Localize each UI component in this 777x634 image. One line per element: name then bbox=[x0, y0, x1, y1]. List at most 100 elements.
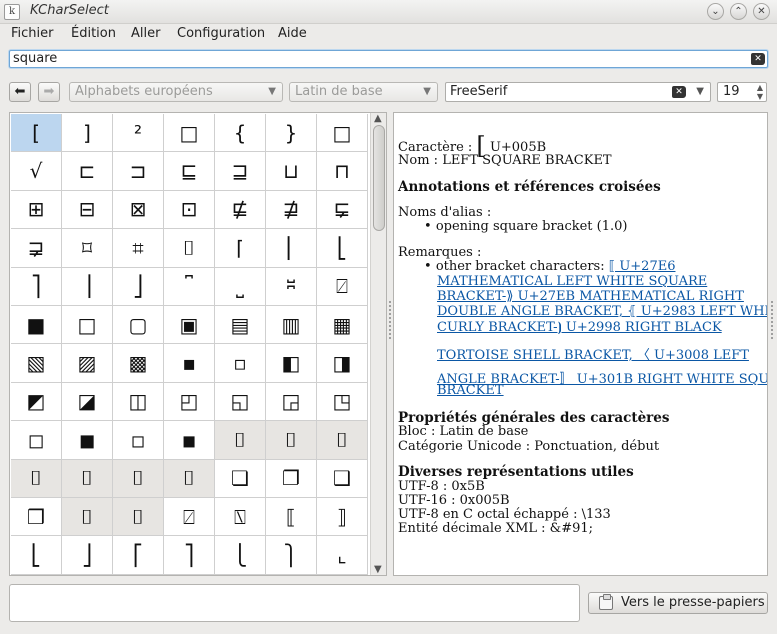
remark-link[interactable]: ⟦ U+27E6 bbox=[609, 259, 676, 274]
char-cell[interactable]: □ bbox=[317, 114, 368, 153]
grid-scrollbar[interactable]: ▲ ▼ bbox=[370, 113, 386, 575]
char-cell[interactable]: ⎦ bbox=[62, 536, 113, 575]
clear-search-icon[interactable]: ✕ bbox=[751, 53, 765, 65]
char-cell[interactable]: ⎫ bbox=[266, 536, 317, 575]
char-cell[interactable]: ❏ bbox=[215, 459, 266, 498]
char-cell[interactable]: ⊠ bbox=[113, 190, 164, 230]
char-cell[interactable]: ◻ bbox=[11, 421, 62, 460]
char-cell[interactable]: ⋢ bbox=[215, 190, 266, 230]
char-cell[interactable]: ▪ bbox=[164, 344, 215, 383]
char-cell[interactable]: ◽ bbox=[113, 421, 164, 460]
char-cell[interactable]: ⌷ bbox=[164, 229, 215, 268]
char-cell[interactable]: ⌑ bbox=[62, 229, 113, 268]
char-cell[interactable]: { bbox=[215, 114, 266, 153]
char-cell[interactable]: ◳ bbox=[317, 382, 368, 422]
section-select[interactable]: Alphabets européens ▼ bbox=[69, 82, 283, 102]
scroll-down-icon[interactable]: ▼ bbox=[374, 564, 382, 575]
char-cell[interactable]: ⊒ bbox=[215, 152, 266, 191]
char-cell[interactable]: ⌷ bbox=[317, 421, 368, 460]
char-cell[interactable]: ⋤ bbox=[317, 190, 368, 230]
spinner-arrows-icon[interactable]: ▲ ▼ bbox=[757, 83, 763, 101]
remark-link[interactable]: BRACKET bbox=[437, 383, 504, 398]
menu-aller[interactable]: Aller bbox=[131, 26, 160, 41]
char-cell[interactable]: ◲ bbox=[266, 382, 317, 422]
char-cell[interactable]: ⊟ bbox=[62, 190, 113, 230]
char-cell[interactable]: ⎤ bbox=[164, 536, 215, 575]
char-cell[interactable]: ◾ bbox=[164, 421, 215, 460]
char-cell[interactable]: ⊔ bbox=[266, 152, 317, 191]
char-cell[interactable]: ◩ bbox=[11, 382, 62, 422]
char-cell[interactable]: ▥ bbox=[266, 305, 317, 345]
char-cell[interactable]: ◼ bbox=[62, 421, 113, 460]
char-cell[interactable]: ⌗ bbox=[113, 229, 164, 268]
char-cell[interactable]: ▦ bbox=[317, 305, 368, 345]
char-cell[interactable]: ⟦ bbox=[266, 497, 317, 537]
char-cell[interactable]: ] bbox=[62, 114, 113, 153]
remark-link[interactable]: BRACKET-⟫ U+27EB MATHEMATICAL RIGHT bbox=[437, 289, 744, 304]
minimize-icon[interactable]: ⌄ bbox=[707, 3, 724, 20]
char-cell[interactable]: ⍂ bbox=[215, 497, 266, 537]
menu-fichier[interactable]: Fichier bbox=[11, 26, 54, 41]
remark-link[interactable]: DOUBLE ANGLE BRACKET, ⦃ U+2983 LEFT WHIT… bbox=[437, 304, 767, 319]
char-cell[interactable]: ◰ bbox=[164, 382, 215, 422]
char-cell[interactable]: ⊏ bbox=[62, 152, 113, 191]
char-cell[interactable]: ◨ bbox=[317, 344, 368, 383]
char-cell[interactable]: } bbox=[266, 114, 317, 153]
char-cell[interactable]: ⌷ bbox=[215, 421, 266, 460]
char-cell[interactable]: ◫ bbox=[113, 382, 164, 422]
char-cell[interactable]: ⎩ bbox=[215, 536, 266, 575]
remark-link[interactable]: TORTOISE SHELL BRACKET, 〈 U+3008 LEFT bbox=[437, 344, 749, 363]
pane-splitter[interactable] bbox=[388, 300, 392, 340]
char-cell[interactable]: ⋣ bbox=[266, 190, 317, 230]
app-icon[interactable]: k bbox=[4, 4, 20, 20]
char-cell[interactable]: ⌷ bbox=[62, 459, 113, 498]
char-cell[interactable]: ▧ bbox=[11, 344, 62, 383]
char-cell[interactable]: ⊑ bbox=[164, 152, 215, 191]
font-select[interactable]: FreeSerif ✕ ▼ bbox=[445, 82, 711, 102]
char-cell[interactable]: □ bbox=[164, 114, 215, 153]
char-cell[interactable]: ⍁ bbox=[317, 267, 368, 306]
char-cell[interactable]: ❑ bbox=[317, 459, 368, 498]
char-cell[interactable]: □ bbox=[62, 305, 113, 345]
char-cell[interactable]: ⌷ bbox=[164, 459, 215, 498]
chevron-down-icon[interactable]: ▼ bbox=[696, 83, 704, 101]
block-select[interactable]: Latin de base ▼ bbox=[289, 82, 438, 102]
char-cell[interactable]: ⊞ bbox=[11, 190, 62, 230]
char-cell[interactable]: ⟧ bbox=[317, 497, 368, 537]
char-cell[interactable]: ⌷ bbox=[11, 459, 62, 498]
char-cell[interactable]: ⊓ bbox=[317, 152, 368, 191]
char-cell[interactable]: ▨ bbox=[62, 344, 113, 383]
char-cell[interactable]: ❐ bbox=[266, 459, 317, 498]
char-cell[interactable]: ▣ bbox=[164, 305, 215, 345]
remark-link[interactable]: CURLY BRACKET-⦘ U+2998 RIGHT BLACK bbox=[437, 320, 722, 335]
clear-font-icon[interactable]: ✕ bbox=[672, 86, 686, 98]
menu-configuration[interactable]: Configuration bbox=[177, 26, 265, 41]
char-cell[interactable]: ▢ bbox=[113, 305, 164, 345]
remark-link[interactable]: MATHEMATICAL LEFT WHITE SQUARE bbox=[437, 274, 707, 289]
scrollbar-thumb[interactable] bbox=[373, 125, 385, 231]
text-output-field[interactable] bbox=[9, 584, 580, 622]
char-cell[interactable]: ⊐ bbox=[113, 152, 164, 191]
font-size-spinner[interactable]: 19 ▲ ▼ bbox=[717, 82, 767, 102]
char-cell[interactable]: ⌷ bbox=[266, 421, 317, 460]
char-cell[interactable]: ⌞ bbox=[317, 536, 368, 575]
char-cell[interactable]: ▤ bbox=[215, 305, 266, 345]
char-cell[interactable]: ² bbox=[113, 114, 164, 153]
char-cell[interactable]: ⌷ bbox=[113, 459, 164, 498]
char-cell[interactable]: ⋥ bbox=[11, 229, 62, 268]
char-cell[interactable]: ⎵ bbox=[215, 267, 266, 306]
char-cell[interactable]: [ bbox=[11, 114, 62, 153]
char-cell[interactable]: ⎴ bbox=[164, 267, 215, 306]
char-cell[interactable]: ⎥ bbox=[62, 267, 113, 306]
char-cell[interactable]: √ bbox=[11, 152, 62, 191]
char-cell[interactable]: ◧ bbox=[266, 344, 317, 383]
close-icon[interactable]: ✕ bbox=[753, 3, 770, 20]
char-cell[interactable]: ⎶ bbox=[266, 267, 317, 306]
char-cell[interactable]: ⎣ bbox=[317, 229, 368, 268]
menu-edition[interactable]: Édition bbox=[71, 26, 116, 41]
char-cell[interactable]: ⊡ bbox=[164, 190, 215, 230]
char-cell[interactable]: ⎣ bbox=[11, 536, 62, 575]
copy-to-clipboard-button[interactable]: Vers le presse-papiers bbox=[588, 592, 768, 614]
char-cell[interactable]: ⌈ bbox=[215, 229, 266, 268]
char-cell[interactable]: ⎦ bbox=[113, 267, 164, 306]
